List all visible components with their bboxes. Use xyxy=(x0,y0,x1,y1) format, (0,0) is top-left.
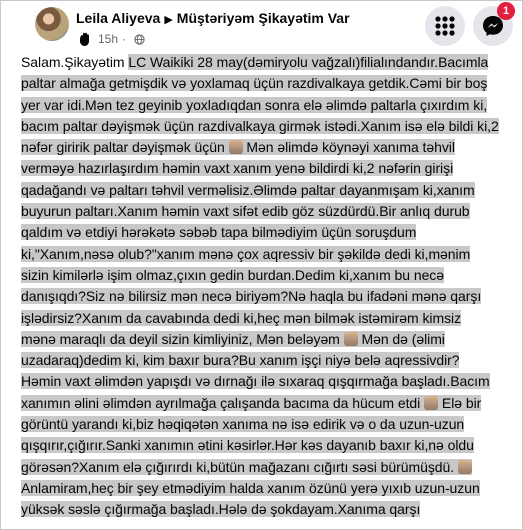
face-emoji-icon xyxy=(424,395,439,410)
post-card: Leila Aliyeva ▶ Müştəriyəm Şikayətim Var 1… xyxy=(0,0,523,530)
globe-icon xyxy=(134,33,145,45)
group-name[interactable]: Müştəriyəm Şikayətim Var xyxy=(177,10,350,26)
post-emoji-4 xyxy=(457,458,472,475)
right-triangle-icon: ▶ xyxy=(164,14,173,26)
grid-menu-icon xyxy=(435,16,455,36)
post-emoji-1 xyxy=(228,139,247,156)
post-meta: 15h · xyxy=(76,31,145,47)
post-time[interactable]: 15h xyxy=(98,32,118,46)
face-emoji-icon xyxy=(457,459,472,474)
post-author-line: Leila Aliyeva ▶ Müştəriyəm Şikayətim Var xyxy=(76,10,350,26)
meta-separator: · xyxy=(122,32,127,46)
author-name[interactable]: Leila Aliyeva xyxy=(76,10,160,26)
post-emoji-3 xyxy=(424,394,442,411)
face-emoji-icon xyxy=(228,140,243,155)
post-greeting: Salam.Şikayətim xyxy=(21,54,129,70)
face-emoji-icon xyxy=(343,331,358,346)
post-body-5: Anlamiram,heç bir şey etmədiyim halda xa… xyxy=(21,479,480,518)
author-avatar[interactable] xyxy=(35,7,69,41)
post-emoji-2 xyxy=(343,330,362,347)
waving-hand-icon xyxy=(80,32,89,46)
menu-button[interactable] xyxy=(425,6,465,46)
post-body-2: Mən əlimdə köynəyi xanıma təhvil verməyə… xyxy=(21,139,482,347)
post-text: Salam.Şikayətim LC Waikiki 28 may(dəmiry… xyxy=(21,52,499,521)
notification-badge[interactable]: 1 xyxy=(497,2,515,20)
